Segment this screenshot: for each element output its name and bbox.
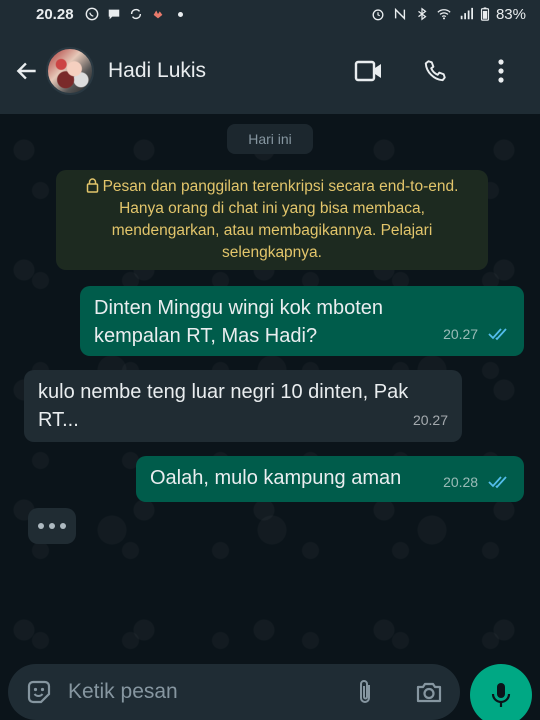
chat-notification-icon [108,9,119,20]
microphone-icon [491,683,511,707]
encryption-notice-text: Pesan dan panggilan terenkripsi secara e… [102,178,459,261]
video-call-icon [354,60,381,82]
message-bubble-outgoing[interactable]: Dinten Minggu wingi kok mboten kempalan … [80,286,524,356]
message-meta: 20.27 [443,320,510,348]
sync-notification-icon [130,8,141,20]
status-time: 20.28 [36,5,74,23]
contact-avatar[interactable] [46,47,94,95]
more-options-button[interactable] [486,56,516,86]
alarm-icon [372,9,384,21]
camera-icon [416,682,442,703]
message-meta: 20.28 [443,468,510,496]
message-bubble-outgoing[interactable]: Oalah, mulo kampung aman 20.28 [136,456,524,502]
chat-header: Hadi Lukis [0,28,540,114]
voice-call-button[interactable] [420,56,450,86]
more-notifications-dot [177,11,183,17]
more-vert-icon [498,59,504,83]
double-check-read-icon [488,328,507,341]
back-arrow-icon [16,62,36,80]
double-check-read-icon [488,476,507,489]
contact-name[interactable]: Hadi Lukis [108,59,206,83]
battery-icon [480,7,490,21]
message-time: 20.27 [443,326,479,342]
camera-button[interactable] [414,677,444,707]
message-time: 20.28 [443,474,479,490]
message-text: kulo nembe teng luar negri 10 dinten, Pa… [38,381,409,431]
typing-indicator [28,508,76,544]
battery-level: 83% [495,5,526,23]
app-notification-icon [153,10,162,19]
wifi-icon [437,9,451,20]
encryption-notice[interactable]: Pesan dan panggilan terenkripsi secara e… [56,170,488,270]
attach-button[interactable] [350,677,380,707]
message-bubble-incoming[interactable]: kulo nembe teng luar negri 10 dinten, Pa… [24,370,462,442]
status-bar: 20.28 83% [0,0,540,28]
message-text: Dinten Minggu wingi kok mboten kempalan … [94,297,384,347]
sticker-emoji-icon [27,680,51,704]
back-button[interactable] [10,51,44,91]
date-separator: Hari ini [227,124,313,154]
video-call-button[interactable] [354,56,384,86]
message-composer [8,664,460,720]
lock-icon [86,178,98,193]
emoji-button[interactable] [24,677,54,707]
message-input[interactable] [68,672,350,712]
chat-area[interactable]: Hari ini Pesan dan panggilan terenkripsi… [0,114,540,654]
voice-message-button[interactable] [470,664,532,720]
message-time: 20.27 [412,412,448,428]
signal-icon [460,7,473,20]
nfc-icon [394,7,406,21]
paperclip-icon [360,680,370,703]
phone-icon [424,60,446,82]
whatsapp-notification-icon [85,7,98,21]
bluetooth-icon [418,7,427,21]
